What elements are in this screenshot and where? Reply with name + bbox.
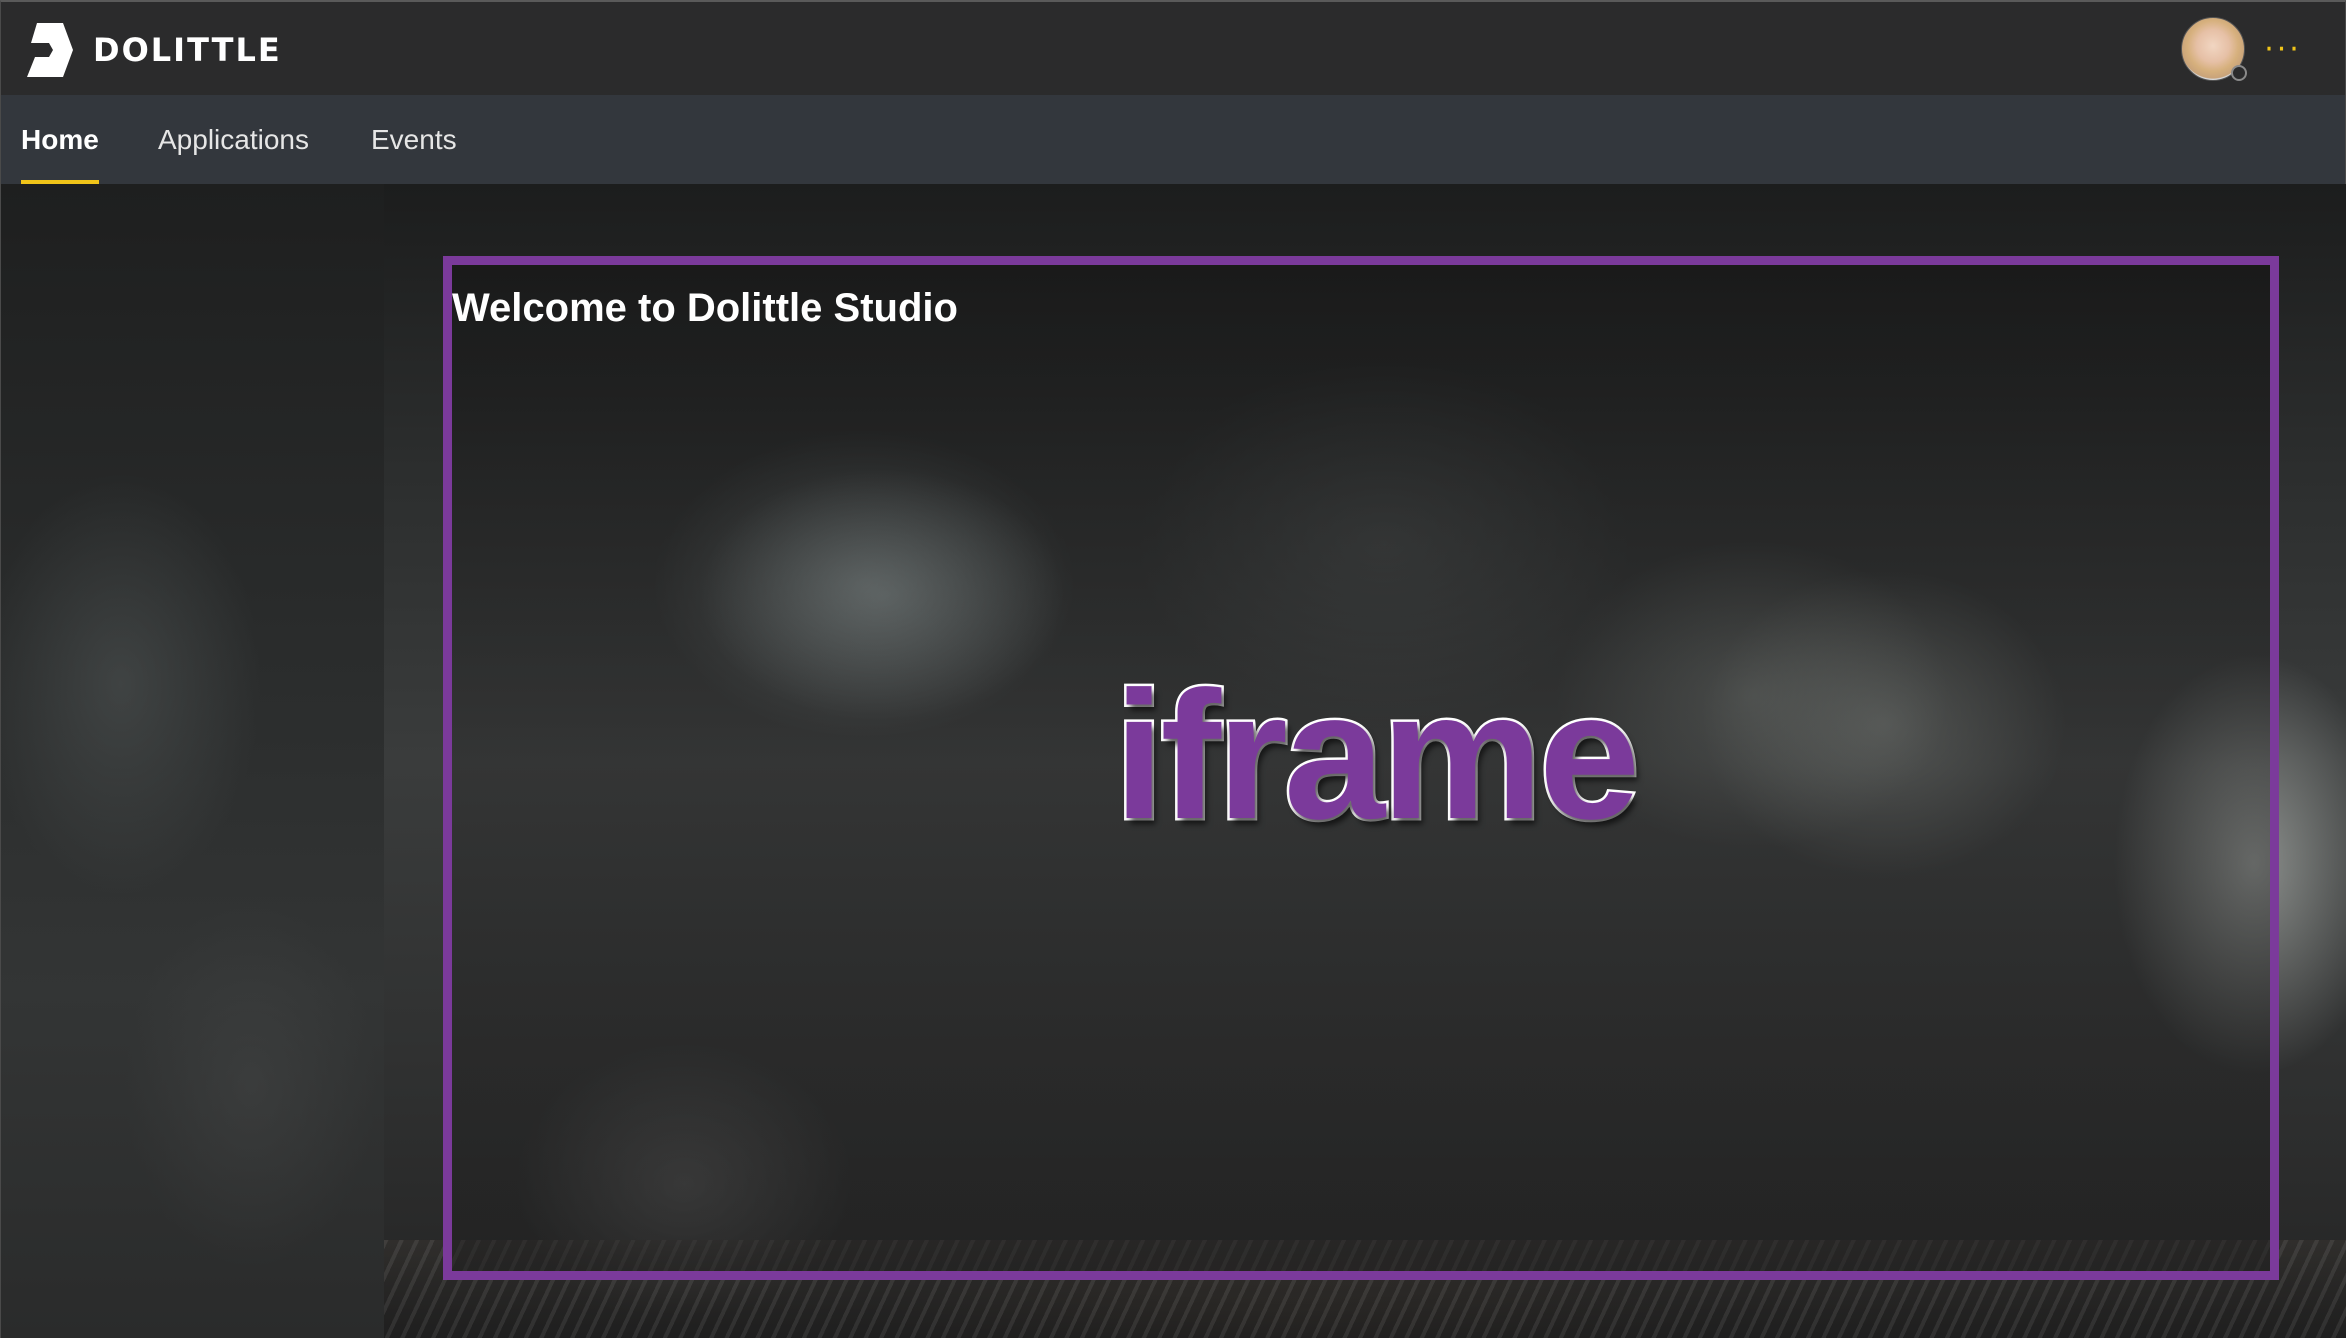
tab-label: Events (371, 123, 457, 155)
tab-label: Home (21, 123, 99, 155)
brand-logo[interactable]: DOLITTLE (23, 20, 282, 80)
top-bar: DOLITTLE ··· (0, 0, 2346, 95)
side-panel (0, 184, 384, 1338)
more-options-button[interactable]: ··· (2263, 30, 2303, 70)
page-title: Welcome to Dolittle Studio (452, 286, 958, 330)
studio-app: DOLITTLE ··· Home Applications Events We… (0, 0, 2346, 1338)
user-avatar[interactable] (2181, 17, 2247, 81)
presence-indicator (2231, 65, 2247, 81)
iframe-label: iframe (1111, 651, 1642, 860)
dolittle-logo-icon (27, 23, 73, 77)
tab-events[interactable]: Events (371, 95, 457, 184)
tab-home[interactable]: Home (21, 95, 99, 184)
tab-label: Applications (158, 123, 309, 155)
tab-applications[interactable]: Applications (158, 95, 309, 184)
brand-name: DOLITTLE (93, 31, 282, 69)
ellipsis-icon: ··· (2264, 32, 2302, 67)
nav-bar: Home Applications Events (0, 95, 2346, 184)
